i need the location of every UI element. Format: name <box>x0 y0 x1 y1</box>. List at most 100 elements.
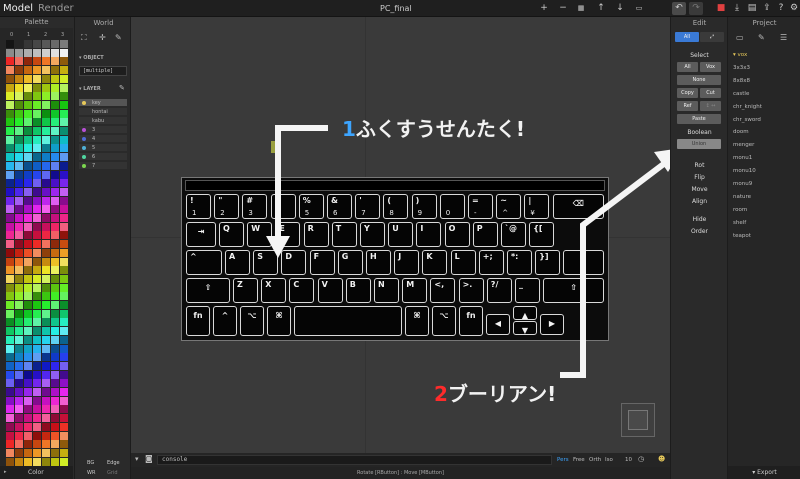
color-swatch[interactable] <box>15 109 23 118</box>
color-swatch[interactable] <box>6 48 14 57</box>
color-swatch[interactable] <box>15 335 23 344</box>
color-swatch[interactable] <box>15 248 23 257</box>
color-swatch[interactable] <box>15 457 23 466</box>
layer-row-7[interactable]: 7 <box>79 162 127 170</box>
color-swatch[interactable] <box>24 222 32 231</box>
color-swatch[interactable] <box>24 301 32 309</box>
color-swatch[interactable] <box>6 440 14 449</box>
color-swatch[interactable] <box>60 388 68 396</box>
layer-row-hontai[interactable]: hontai <box>79 108 127 116</box>
color-swatch[interactable] <box>60 318 68 327</box>
zoom-in-icon[interactable]: + <box>537 2 551 15</box>
color-swatch[interactable] <box>33 57 41 66</box>
color-swatch[interactable] <box>51 92 59 101</box>
color-swatch[interactable] <box>33 335 41 344</box>
color-swatch[interactable] <box>60 457 68 466</box>
color-swatch[interactable] <box>60 161 68 170</box>
color-swatch[interactable] <box>51 266 59 275</box>
color-swatch[interactable] <box>15 100 23 109</box>
color-swatch[interactable] <box>42 48 50 57</box>
move-up-icon[interactable]: ↑ <box>594 2 608 15</box>
color-swatch[interactable] <box>24 335 32 344</box>
color-swatch[interactable] <box>60 231 68 240</box>
move-button[interactable]: Move <box>671 186 728 193</box>
color-swatch[interactable] <box>42 440 50 449</box>
key-W[interactable]: W <box>247 222 273 247</box>
color-swatch[interactable] <box>51 405 59 414</box>
color-swatch[interactable] <box>24 179 32 188</box>
color-swatch[interactable] <box>42 248 50 257</box>
color-swatch[interactable] <box>60 40 68 48</box>
color-swatch[interactable] <box>15 370 23 379</box>
color-swatch[interactable] <box>6 379 14 388</box>
color-swatch[interactable] <box>51 170 59 179</box>
project-item-monu1[interactable]: monu1 <box>733 155 752 161</box>
color-swatch[interactable] <box>51 109 59 118</box>
color-swatch[interactable] <box>33 448 41 457</box>
color-swatch[interactable] <box>6 318 14 327</box>
layer-edit-icon[interactable]: ✎ <box>119 84 125 92</box>
color-swatch[interactable] <box>51 66 59 75</box>
wr-toggle[interactable]: WR <box>87 470 95 476</box>
color-swatch[interactable] <box>6 100 14 109</box>
color-swatch[interactable] <box>33 187 41 196</box>
color-swatch[interactable] <box>15 388 23 396</box>
color-swatch[interactable] <box>42 422 50 431</box>
color-swatch[interactable] <box>60 144 68 153</box>
color-swatch[interactable] <box>42 135 50 144</box>
color-swatch[interactable] <box>6 187 14 196</box>
mod-key-1[interactable]: ^ <box>213 306 237 336</box>
color-swatch[interactable] <box>15 118 23 127</box>
key--[interactable]: = - <box>468 194 493 219</box>
color-swatch[interactable] <box>33 231 41 240</box>
color-swatch[interactable] <box>42 431 50 440</box>
color-swatch[interactable] <box>60 118 68 127</box>
color-swatch[interactable] <box>15 301 23 309</box>
color-swatch[interactable] <box>51 205 59 214</box>
color-swatch[interactable] <box>24 457 32 466</box>
color-swatch[interactable] <box>60 83 68 92</box>
color-swatch[interactable] <box>60 361 68 370</box>
color-swatch[interactable] <box>33 83 41 92</box>
color-swatch[interactable] <box>42 66 50 75</box>
color-swatch[interactable] <box>15 214 23 222</box>
color-swatch[interactable] <box>51 318 59 327</box>
color-swatch[interactable] <box>15 40 23 48</box>
color-swatch[interactable] <box>24 127 32 135</box>
color-swatch[interactable] <box>6 335 14 344</box>
color-swatch[interactable] <box>6 40 14 48</box>
color-swatch[interactable] <box>60 440 68 449</box>
color-swatch[interactable] <box>60 283 68 292</box>
color-swatch[interactable] <box>15 205 23 214</box>
color-swatch[interactable] <box>42 118 50 127</box>
color-swatch[interactable] <box>42 309 50 318</box>
color-swatch[interactable] <box>42 414 50 423</box>
color-swatch[interactable] <box>60 170 68 179</box>
paste-button[interactable]: Paste <box>677 114 721 124</box>
mod-key-2[interactable]: ⌥ <box>240 306 264 336</box>
color-swatch[interactable] <box>24 248 32 257</box>
color-swatch[interactable] <box>42 240 50 249</box>
color-swatch[interactable] <box>60 66 68 75</box>
color-swatch[interactable] <box>15 266 23 275</box>
arrow-right-key[interactable]: ▶ <box>540 314 564 335</box>
key-S[interactable]: S <box>253 250 279 275</box>
key-M[interactable]: M <box>402 278 428 303</box>
color-swatch[interactable] <box>51 440 59 449</box>
color-swatch[interactable] <box>60 309 68 318</box>
color-swatch[interactable] <box>24 196 32 205</box>
color-swatch[interactable] <box>6 196 14 205</box>
color-swatch[interactable] <box>42 335 50 344</box>
key-<,[interactable]: <, <box>430 278 456 303</box>
bg-toggle[interactable]: BG <box>87 460 94 466</box>
color-swatch[interactable] <box>6 431 14 440</box>
key-E[interactable]: E <box>275 222 301 247</box>
color-swatch[interactable] <box>15 318 23 327</box>
color-swatch[interactable] <box>60 405 68 414</box>
zoom-out-icon[interactable]: − <box>556 2 570 15</box>
edit-tab-expand-icon[interactable]: ⤢ <box>700 32 724 42</box>
key-_[interactable]: _ <box>515 278 540 303</box>
color-swatch[interactable] <box>15 353 23 362</box>
palette-tab-3[interactable]: 3 <box>61 32 64 38</box>
color-swatch[interactable] <box>24 187 32 196</box>
